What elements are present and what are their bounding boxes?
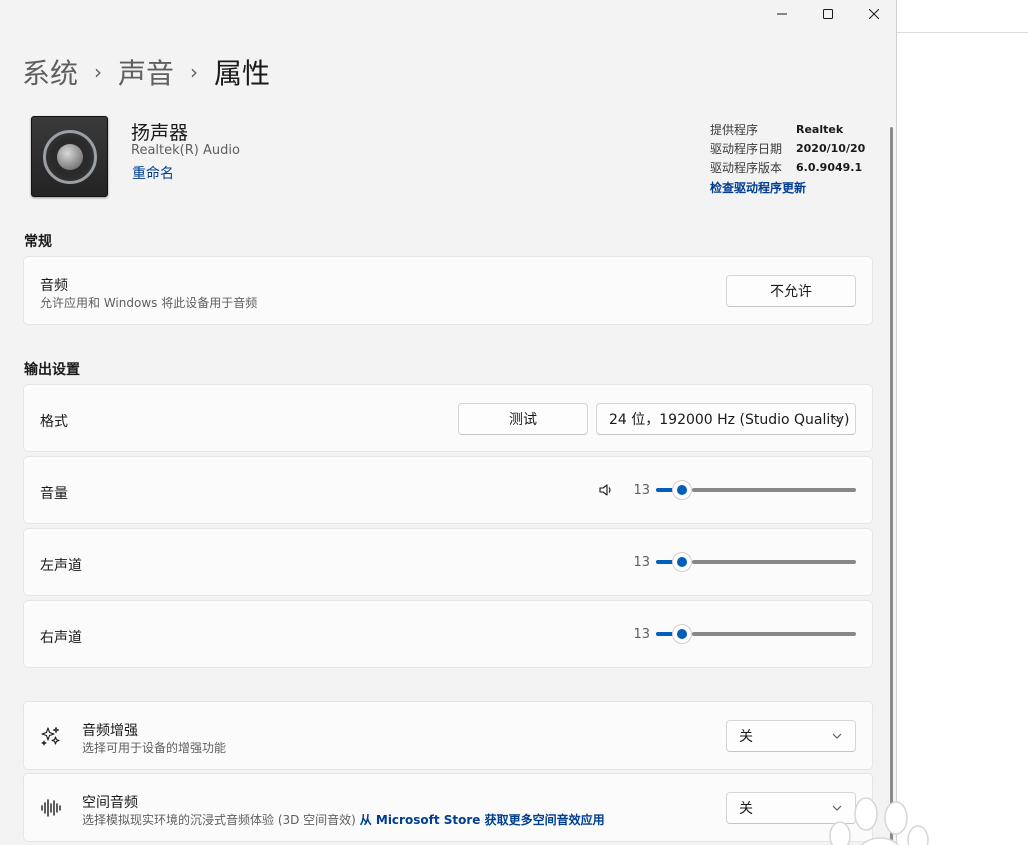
device-subtitle: Realtek(R) Audio bbox=[131, 143, 240, 158]
spatial-audio-card: 空间音频 选择模拟现实环境的沉浸式音频体验 (3D 空间音效) 从 Micros… bbox=[23, 773, 873, 842]
left-channel-value: 13 bbox=[633, 554, 650, 570]
maximize-button[interactable] bbox=[805, 0, 851, 28]
volume-label: 音量 bbox=[40, 486, 68, 502]
right-channel-card: 右声道 13 bbox=[23, 600, 873, 668]
format-card: 格式 测试 24 位，192000 Hz (Studio Quality) bbox=[23, 384, 873, 452]
chevron-right-icon: › bbox=[94, 60, 103, 84]
audio-enhance-value: 关 bbox=[739, 729, 753, 745]
driver-info: 提供程序 Realtek 驱动程序日期 2020/10/20 驱动程序版本 6.0.9… bbox=[710, 120, 865, 196]
soundwave-icon bbox=[41, 799, 61, 817]
slider-thumb[interactable] bbox=[672, 480, 692, 500]
format-label: 格式 bbox=[40, 414, 68, 430]
speaker-icon[interactable] bbox=[598, 482, 614, 498]
left-channel-control: 13 bbox=[630, 529, 856, 595]
settings-window: 系统 › 声音 › 属性 扬声器 Realtek(R) Audio 重命名 提供… bbox=[0, 0, 897, 845]
slider-track bbox=[692, 632, 856, 636]
speaker-cone bbox=[56, 143, 83, 170]
sparkle-icon bbox=[41, 727, 60, 746]
audio-desc: 允许应用和 Windows 将此设备用于音频 bbox=[40, 296, 258, 310]
left-channel-slider[interactable] bbox=[656, 552, 856, 572]
volume-card: 音量 13 bbox=[23, 456, 873, 524]
breadcrumb: 系统 › 声音 › 属性 bbox=[22, 52, 270, 92]
background-window bbox=[897, 0, 1028, 845]
slider-thumb[interactable] bbox=[672, 552, 692, 572]
check-driver-update-link[interactable]: 检查驱动程序更新 bbox=[710, 179, 806, 196]
right-channel-value: 13 bbox=[633, 626, 650, 642]
spatial-audio-title: 空间音频 bbox=[82, 795, 138, 811]
minimize-button[interactable] bbox=[759, 0, 805, 28]
test-button[interactable]: 测试 bbox=[458, 403, 588, 435]
slider-track bbox=[692, 488, 856, 492]
maximize-icon bbox=[823, 9, 833, 19]
rename-link[interactable]: 重命名 bbox=[132, 163, 174, 183]
audio-enhance-select[interactable]: 关 bbox=[726, 720, 856, 752]
slider-thumb[interactable] bbox=[672, 624, 692, 644]
paw-print-decoration-icon bbox=[829, 797, 929, 845]
device-name: 扬声器 bbox=[131, 122, 189, 144]
left-channel-label: 左声道 bbox=[40, 558, 82, 574]
disallow-button[interactable]: 不允许 bbox=[726, 275, 856, 307]
driver-version-label: 驱动程序版本 bbox=[710, 161, 783, 175]
audio-enhance-title: 音频增强 bbox=[82, 723, 138, 739]
close-button[interactable] bbox=[851, 0, 896, 28]
audio-enhance-card: 音频增强 选择可用于设备的增强功能 关 bbox=[23, 701, 873, 770]
slider-track bbox=[692, 560, 856, 564]
general-section-title: 常规 bbox=[24, 234, 52, 250]
scrollbar[interactable] bbox=[890, 127, 893, 845]
chevron-down-icon bbox=[832, 416, 842, 422]
left-channel-card: 左声道 13 bbox=[23, 528, 873, 596]
driver-date-label: 驱动程序日期 bbox=[710, 142, 783, 156]
output-section-title: 输出设置 bbox=[24, 362, 80, 378]
speaker-ring bbox=[42, 129, 97, 184]
page-title: 属性 bbox=[214, 57, 271, 90]
format-select[interactable]: 24 位，192000 Hz (Studio Quality) bbox=[596, 403, 856, 435]
right-channel-slider[interactable] bbox=[656, 624, 856, 644]
driver-provider-label: 提供程序 bbox=[710, 123, 759, 137]
audio-title: 音频 bbox=[40, 278, 68, 294]
chevron-right-icon: › bbox=[190, 60, 199, 84]
minimize-icon bbox=[777, 13, 787, 15]
right-channel-control: 13 bbox=[630, 601, 856, 667]
volume-control: 13 bbox=[598, 457, 856, 523]
format-select-value: 24 位，192000 Hz (Studio Quality) bbox=[609, 412, 850, 428]
right-channel-label: 右声道 bbox=[40, 630, 82, 646]
volume-value: 13 bbox=[633, 482, 650, 498]
microsoft-store-link[interactable]: 从 Microsoft Store 获取更多空间音效应用 bbox=[360, 813, 605, 827]
background-window-titlebar bbox=[897, 0, 1028, 33]
close-icon bbox=[869, 9, 879, 19]
audio-permission-card: 音频 允许应用和 Windows 将此设备用于音频 不允许 bbox=[23, 256, 873, 325]
breadcrumb-item-system[interactable]: 系统 bbox=[22, 52, 78, 92]
driver-provider-value: Realtek bbox=[796, 123, 844, 136]
volume-slider[interactable] bbox=[656, 480, 856, 500]
breadcrumb-item-sound[interactable]: 声音 bbox=[118, 52, 174, 92]
spatial-audio-desc-line: 选择模拟现实环境的沉浸式音频体验 (3D 空间音效) 从 Microsoft S… bbox=[82, 811, 605, 828]
spatial-audio-value: 关 bbox=[739, 801, 753, 817]
spatial-audio-desc: 选择模拟现实环境的沉浸式音频体验 (3D 空间音效) bbox=[82, 813, 356, 827]
speaker-device-icon bbox=[31, 116, 108, 197]
driver-date-value: 2020/10/20 bbox=[796, 142, 866, 155]
audio-enhance-desc: 选择可用于设备的增强功能 bbox=[82, 741, 227, 755]
driver-version-value: 6.0.9049.1 bbox=[796, 161, 863, 174]
chevron-down-icon bbox=[832, 733, 842, 739]
